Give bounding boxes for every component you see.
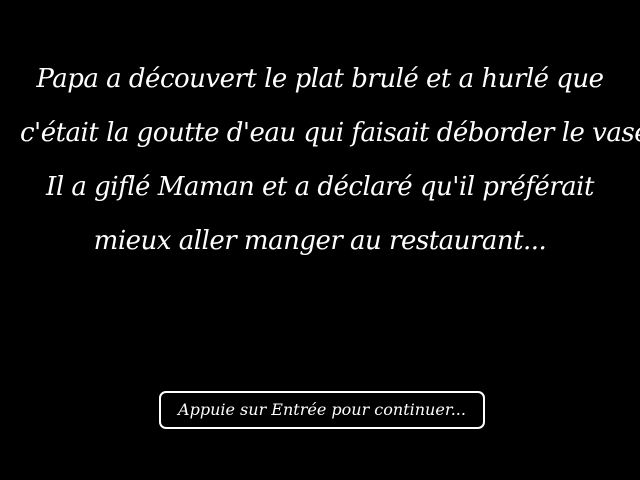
narration-line-1: Papa a découvert le plat brulé et a hurl… — [36, 64, 604, 94]
game-screen: Papa a découvert le plat brulé et a hurl… — [0, 0, 640, 480]
narration-line-4: mieux aller manger au restaurant... — [93, 226, 547, 256]
narration-line-2: c'était la goutte d'eau qui faisait débo… — [20, 118, 640, 148]
narration-line-3: Il a giflé Maman et a déclaré qu'il préf… — [46, 172, 594, 202]
narration-text: Papa a découvert le plat brulé et a hurl… — [20, 52, 640, 268]
continue-prompt-button[interactable]: Appuie sur Entrée pour continuer... — [159, 391, 485, 429]
